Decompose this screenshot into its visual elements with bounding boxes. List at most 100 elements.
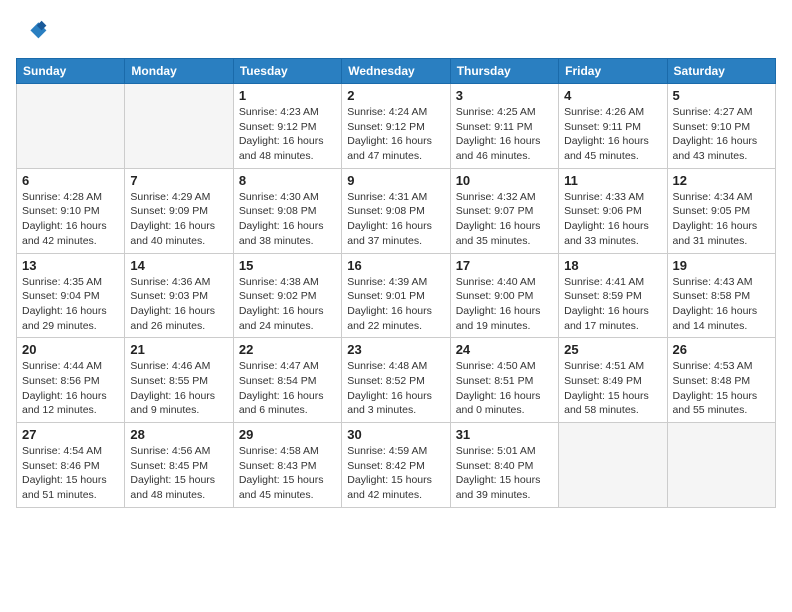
day-info: Sunrise: 4:41 AM Sunset: 8:59 PM Dayligh… (564, 275, 661, 334)
day-number: 27 (22, 427, 119, 442)
calendar-cell: 10 Sunrise: 4:32 AM Sunset: 9:07 PM Dayli… (450, 168, 558, 253)
day-number: 15 (239, 258, 336, 273)
day-info: Sunrise: 4:31 AM Sunset: 9:08 PM Dayligh… (347, 190, 444, 249)
calendar-cell: 28 Sunrise: 4:56 AM Sunset: 8:45 PM Dayli… (125, 423, 233, 508)
calendar-cell: 13 Sunrise: 4:35 AM Sunset: 9:04 PM Dayli… (17, 253, 125, 338)
day-number: 5 (673, 88, 770, 103)
day-info: Sunrise: 4:48 AM Sunset: 8:52 PM Dayligh… (347, 359, 444, 418)
day-info: Sunrise: 5:01 AM Sunset: 8:40 PM Dayligh… (456, 444, 553, 503)
day-number: 30 (347, 427, 444, 442)
day-info: Sunrise: 4:50 AM Sunset: 8:51 PM Dayligh… (456, 359, 553, 418)
day-info: Sunrise: 4:39 AM Sunset: 9:01 PM Dayligh… (347, 275, 444, 334)
calendar-header-row: SundayMondayTuesdayWednesdayThursdayFrid… (17, 59, 776, 84)
day-number: 10 (456, 173, 553, 188)
day-number: 24 (456, 342, 553, 357)
day-info: Sunrise: 4:43 AM Sunset: 8:58 PM Dayligh… (673, 275, 770, 334)
calendar-cell: 3 Sunrise: 4:25 AM Sunset: 9:11 PM Daylig… (450, 84, 558, 169)
calendar-cell: 23 Sunrise: 4:48 AM Sunset: 8:52 PM Dayli… (342, 338, 450, 423)
day-number: 22 (239, 342, 336, 357)
day-number: 7 (130, 173, 227, 188)
day-number: 1 (239, 88, 336, 103)
calendar-week-3: 13 Sunrise: 4:35 AM Sunset: 9:04 PM Dayli… (17, 253, 776, 338)
day-info: Sunrise: 4:32 AM Sunset: 9:07 PM Dayligh… (456, 190, 553, 249)
day-number: 11 (564, 173, 661, 188)
day-info: Sunrise: 4:36 AM Sunset: 9:03 PM Dayligh… (130, 275, 227, 334)
calendar-cell: 21 Sunrise: 4:46 AM Sunset: 8:55 PM Dayli… (125, 338, 233, 423)
calendar-cell (667, 423, 775, 508)
day-info: Sunrise: 4:44 AM Sunset: 8:56 PM Dayligh… (22, 359, 119, 418)
calendar-cell: 26Sunrise: 4:53 AM Sunset: 8:48 PM Dayli… (667, 338, 775, 423)
calendar-cell: 1 Sunrise: 4:23 AM Sunset: 9:12 PM Daylig… (233, 84, 341, 169)
day-info: Sunrise: 4:27 AM Sunset: 9:10 PM Dayligh… (673, 105, 770, 164)
calendar-cell: 4 Sunrise: 4:26 AM Sunset: 9:11 PM Daylig… (559, 84, 667, 169)
calendar-cell: 11 Sunrise: 4:33 AM Sunset: 9:06 PM Dayli… (559, 168, 667, 253)
day-info: Sunrise: 4:51 AM Sunset: 8:49 PM Dayligh… (564, 359, 661, 418)
day-info: Sunrise: 4:35 AM Sunset: 9:04 PM Dayligh… (22, 275, 119, 334)
calendar-cell: 12 Sunrise: 4:34 AM Sunset: 9:05 PM Dayli… (667, 168, 775, 253)
day-info: Sunrise: 4:56 AM Sunset: 8:45 PM Dayligh… (130, 444, 227, 503)
calendar-table: SundayMondayTuesdayWednesdayThursdayFrid… (16, 58, 776, 508)
day-number: 19 (673, 258, 770, 273)
calendar-cell: 27Sunrise: 4:54 AM Sunset: 8:46 PM Dayli… (17, 423, 125, 508)
day-number: 23 (347, 342, 444, 357)
day-number: 16 (347, 258, 444, 273)
calendar-cell: 6Sunrise: 4:28 AM Sunset: 9:10 PM Daylig… (17, 168, 125, 253)
page-header (16, 16, 776, 48)
day-info: Sunrise: 4:33 AM Sunset: 9:06 PM Dayligh… (564, 190, 661, 249)
day-number: 13 (22, 258, 119, 273)
calendar-week-1: 1 Sunrise: 4:23 AM Sunset: 9:12 PM Daylig… (17, 84, 776, 169)
column-header-tuesday: Tuesday (233, 59, 341, 84)
day-info: Sunrise: 4:40 AM Sunset: 9:00 PM Dayligh… (456, 275, 553, 334)
day-info: Sunrise: 4:29 AM Sunset: 9:09 PM Dayligh… (130, 190, 227, 249)
day-info: Sunrise: 4:34 AM Sunset: 9:05 PM Dayligh… (673, 190, 770, 249)
calendar-cell: 18 Sunrise: 4:41 AM Sunset: 8:59 PM Dayli… (559, 253, 667, 338)
day-number: 12 (673, 173, 770, 188)
day-info: Sunrise: 4:30 AM Sunset: 9:08 PM Dayligh… (239, 190, 336, 249)
calendar-cell: 17 Sunrise: 4:40 AM Sunset: 9:00 PM Dayli… (450, 253, 558, 338)
day-number: 21 (130, 342, 227, 357)
day-info: Sunrise: 4:28 AM Sunset: 9:10 PM Dayligh… (22, 190, 119, 249)
calendar-cell: 7 Sunrise: 4:29 AM Sunset: 9:09 PM Daylig… (125, 168, 233, 253)
calendar-cell: 30 Sunrise: 4:59 AM Sunset: 8:42 PM Dayli… (342, 423, 450, 508)
day-number: 14 (130, 258, 227, 273)
day-number: 3 (456, 88, 553, 103)
calendar-cell: 5 Sunrise: 4:27 AM Sunset: 9:10 PM Daylig… (667, 84, 775, 169)
day-info: Sunrise: 4:46 AM Sunset: 8:55 PM Dayligh… (130, 359, 227, 418)
column-header-friday: Friday (559, 59, 667, 84)
day-number: 8 (239, 173, 336, 188)
calendar-cell: 31 Sunrise: 5:01 AM Sunset: 8:40 PM Dayli… (450, 423, 558, 508)
column-header-thursday: Thursday (450, 59, 558, 84)
calendar-cell: 16 Sunrise: 4:39 AM Sunset: 9:01 PM Dayli… (342, 253, 450, 338)
day-number: 18 (564, 258, 661, 273)
calendar-cell: 2Sunrise: 4:24 AM Sunset: 9:12 PM Daylig… (342, 84, 450, 169)
calendar-cell: 22Sunrise: 4:47 AM Sunset: 8:54 PM Dayli… (233, 338, 341, 423)
calendar-cell: 9 Sunrise: 4:31 AM Sunset: 9:08 PM Daylig… (342, 168, 450, 253)
calendar-cell: 24 Sunrise: 4:50 AM Sunset: 8:51 PM Dayli… (450, 338, 558, 423)
day-info: Sunrise: 4:38 AM Sunset: 9:02 PM Dayligh… (239, 275, 336, 334)
calendar-cell: 14 Sunrise: 4:36 AM Sunset: 9:03 PM Dayli… (125, 253, 233, 338)
day-number: 9 (347, 173, 444, 188)
calendar-week-2: 6Sunrise: 4:28 AM Sunset: 9:10 PM Daylig… (17, 168, 776, 253)
day-info: Sunrise: 4:53 AM Sunset: 8:48 PM Dayligh… (673, 359, 770, 418)
calendar-cell (17, 84, 125, 169)
day-number: 2 (347, 88, 444, 103)
calendar-cell: 29 Sunrise: 4:58 AM Sunset: 8:43 PM Dayli… (233, 423, 341, 508)
logo-icon (16, 16, 48, 48)
calendar-week-5: 27Sunrise: 4:54 AM Sunset: 8:46 PM Dayli… (17, 423, 776, 508)
calendar-cell: 15 Sunrise: 4:38 AM Sunset: 9:02 PM Dayli… (233, 253, 341, 338)
calendar-cell (125, 84, 233, 169)
column-header-wednesday: Wednesday (342, 59, 450, 84)
day-info: Sunrise: 4:59 AM Sunset: 8:42 PM Dayligh… (347, 444, 444, 503)
day-number: 31 (456, 427, 553, 442)
column-header-saturday: Saturday (667, 59, 775, 84)
day-info: Sunrise: 4:26 AM Sunset: 9:11 PM Dayligh… (564, 105, 661, 164)
day-info: Sunrise: 4:23 AM Sunset: 9:12 PM Dayligh… (239, 105, 336, 164)
day-info: Sunrise: 4:58 AM Sunset: 8:43 PM Dayligh… (239, 444, 336, 503)
day-number: 29 (239, 427, 336, 442)
day-number: 4 (564, 88, 661, 103)
day-info: Sunrise: 4:25 AM Sunset: 9:11 PM Dayligh… (456, 105, 553, 164)
calendar-week-4: 20Sunrise: 4:44 AM Sunset: 8:56 PM Dayli… (17, 338, 776, 423)
calendar-cell: 25Sunrise: 4:51 AM Sunset: 8:49 PM Dayli… (559, 338, 667, 423)
day-number: 17 (456, 258, 553, 273)
day-number: 28 (130, 427, 227, 442)
